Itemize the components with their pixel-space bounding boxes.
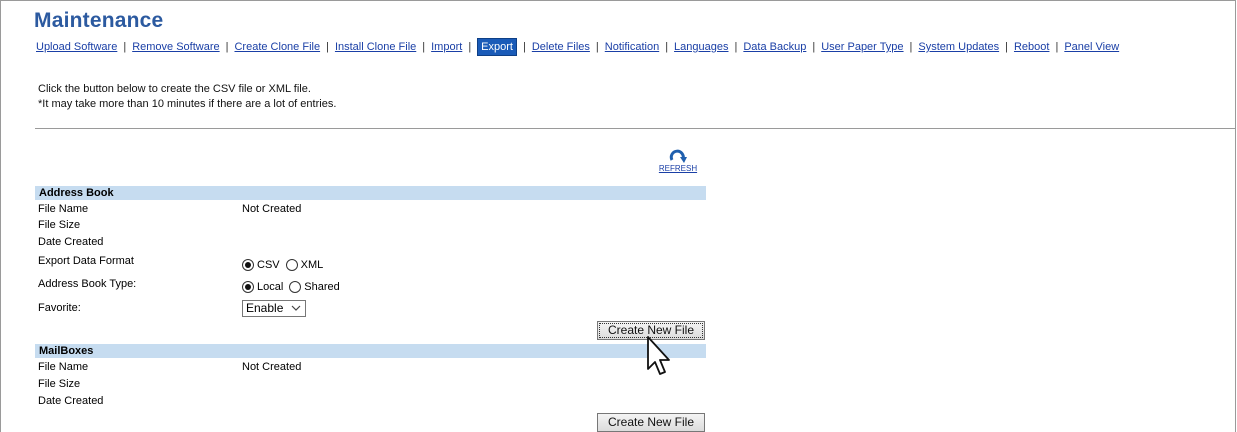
nav-separator: | <box>522 41 526 53</box>
nav-separator: | <box>1055 41 1059 53</box>
nav-link-reboot[interactable]: Reboot <box>1014 41 1049 53</box>
page-frame <box>0 0 1236 432</box>
csv-radio[interactable] <box>242 259 254 271</box>
favorite-select-value: Enable <box>246 301 284 315</box>
intro-line-1: Click the button below to create the CSV… <box>38 83 311 95</box>
mailboxes-heading: MailBoxes <box>35 344 706 358</box>
nav-link-panel-view[interactable]: Panel View <box>1064 41 1119 53</box>
export-format-radio-group: CSV XML <box>242 256 329 274</box>
mb-file-name-label: File Name <box>38 361 89 373</box>
nav-link-create-clone-file[interactable]: Create Clone File <box>234 41 320 53</box>
local-radio-label: Local <box>257 281 284 293</box>
xml-radio-label: XML <box>300 259 324 271</box>
nav-link-upload-software[interactable]: Upload Software <box>36 41 117 53</box>
nav-link-user-paper-type[interactable]: User Paper Type <box>821 41 903 53</box>
nav-separator: | <box>909 41 913 53</box>
mb-file-name-value: Not Created <box>242 361 302 373</box>
mailboxes-create-button[interactable]: Create New File <box>597 413 705 432</box>
nav-separator: | <box>468 41 472 53</box>
nav-separator: | <box>422 41 426 53</box>
address-book-type-label: Address Book Type: <box>38 278 137 290</box>
nav-link-install-clone-file[interactable]: Install Clone File <box>335 41 416 53</box>
ab-file-name-value: Not Created <box>242 203 302 215</box>
nav-link-import[interactable]: Import <box>431 41 462 53</box>
export-format-label: Export Data Format <box>38 255 134 267</box>
nav-link-data-backup[interactable]: Data Backup <box>743 41 806 53</box>
mb-file-size-label: File Size <box>38 378 81 390</box>
intro-line-2: *It may take more than 10 minutes if the… <box>38 98 337 110</box>
refresh-button[interactable]: REFRESH <box>654 149 702 173</box>
nav-link-system-updates[interactable]: System Updates <box>918 41 999 53</box>
nav-link-delete-files[interactable]: Delete Files <box>532 41 590 53</box>
mb-date-created-label: Date Created <box>38 395 104 407</box>
xml-radio[interactable] <box>285 259 298 271</box>
nav-separator: | <box>326 41 329 53</box>
nav-separator: | <box>1005 41 1008 53</box>
nav-link-remove-software[interactable]: Remove Software <box>132 41 219 53</box>
ab-file-size-label: File Size <box>38 219 81 231</box>
refresh-label: REFRESH <box>658 164 698 173</box>
intro-text: Click the button below to create the CSV… <box>38 82 336 112</box>
csv-radio-label: CSV <box>257 259 280 271</box>
favorite-select[interactable]: Enable <box>242 300 306 317</box>
ab-date-created-label: Date Created <box>38 236 104 248</box>
nav-link-export[interactable]: Export <box>477 38 517 56</box>
nav-separator: | <box>595 41 599 53</box>
address-book-type-radio-group: Local Shared <box>242 278 346 296</box>
nav-link-notification[interactable]: Notification <box>605 41 659 53</box>
nav-separator: | <box>734 41 738 53</box>
shared-radio-label: Shared <box>304 281 340 293</box>
nav-link-languages[interactable]: Languages <box>674 41 728 53</box>
refresh-icon <box>669 149 687 163</box>
chevron-down-icon <box>291 302 301 319</box>
nav-separator: | <box>123 41 127 53</box>
maintenance-nav: Upload Software | Remove Software | Create C… <box>36 38 1237 56</box>
shared-radio[interactable] <box>289 281 302 293</box>
page-title: Maintenance <box>34 9 164 32</box>
favorite-label: Favorite: <box>38 302 81 314</box>
divider <box>35 128 1236 129</box>
local-radio[interactable] <box>242 281 254 293</box>
nav-separator: | <box>812 41 816 53</box>
ab-file-name-label: File Name <box>38 203 89 215</box>
nav-separator: | <box>225 41 229 53</box>
address-book-heading: Address Book <box>35 186 706 200</box>
mouse-pointer-icon <box>646 336 670 381</box>
nav-separator: | <box>665 41 669 53</box>
